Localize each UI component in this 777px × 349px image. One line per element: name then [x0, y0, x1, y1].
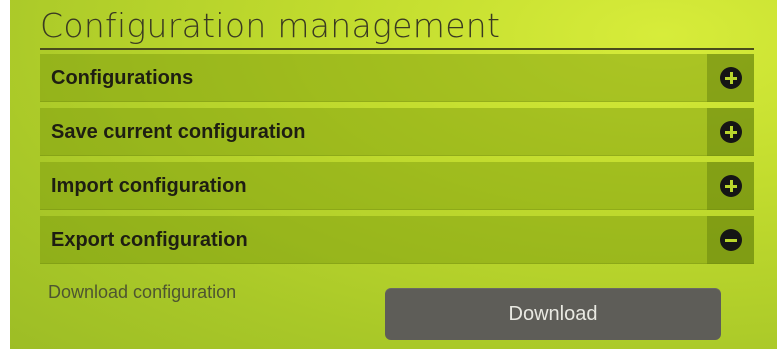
collapse-toggle[interactable]	[707, 216, 754, 264]
plus-circle-icon	[720, 175, 742, 197]
plus-circle-icon	[720, 121, 742, 143]
title-divider	[40, 48, 754, 50]
page-title: Configuration management	[40, 6, 501, 45]
section-save-current-configuration[interactable]: Save current configuration	[40, 108, 754, 156]
download-button[interactable]: Download	[385, 288, 721, 340]
section-label: Configurations	[51, 67, 194, 89]
download-configuration-label: Download configuration	[48, 282, 237, 302]
section-export-configuration[interactable]: Export configuration	[40, 216, 754, 264]
section-label: Import configuration	[51, 175, 247, 197]
section-label: Save current configuration	[51, 121, 306, 143]
section-import-configuration[interactable]: Import configuration	[40, 162, 754, 210]
section-configurations[interactable]: Configurations	[40, 54, 754, 102]
plus-circle-icon	[720, 67, 742, 89]
config-panel: Configuration management Configurations …	[10, 0, 777, 349]
expand-toggle[interactable]	[707, 108, 754, 156]
section-label: Export configuration	[51, 229, 248, 251]
minus-circle-icon	[720, 229, 742, 251]
expand-toggle[interactable]	[707, 162, 754, 210]
expand-toggle[interactable]	[707, 54, 754, 102]
